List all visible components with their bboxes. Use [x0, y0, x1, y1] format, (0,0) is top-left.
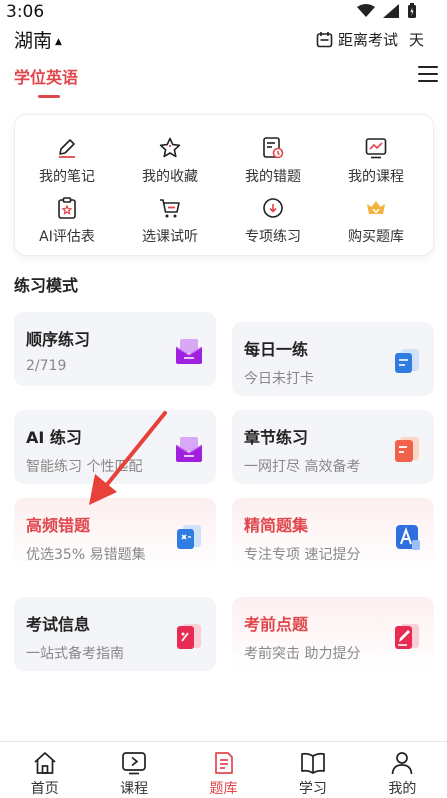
nav-label: 我的	[388, 781, 417, 797]
info-red-icon	[174, 621, 204, 651]
status-time: 3:06	[6, 2, 45, 22]
exam-countdown-label: 距离考试	[338, 31, 399, 49]
practice-card-subtitle: 智能练习 个性匹配	[26, 459, 143, 475]
region-selector[interactable]: 湖南 ▲	[14, 26, 62, 53]
envelope-purple-icon	[174, 434, 204, 464]
practice-card-8[interactable]: 考前点题考前突击 助力提分	[232, 597, 434, 671]
nav-item-4[interactable]: 学习	[268, 742, 357, 798]
play-icon	[121, 751, 147, 775]
practice-card-2[interactable]: 每日一练 今日未打卡	[232, 322, 434, 396]
quick-item-3[interactable]: 我的错题	[223, 135, 323, 186]
pen-red-icon	[392, 621, 422, 651]
home-icon	[32, 751, 58, 775]
quick-item-7[interactable]: 专项练习	[223, 195, 323, 246]
signal-icon	[383, 4, 399, 18]
quick-item-6[interactable]: 选课试听	[120, 195, 220, 246]
nav-label: 题库	[209, 781, 238, 797]
practice-card-title: 考试信息	[26, 615, 91, 634]
chapter-orange-icon	[392, 434, 422, 464]
course-chart-icon	[363, 135, 389, 161]
nav-label: 学习	[298, 781, 327, 797]
ai-assess-icon	[54, 195, 80, 221]
practice-card-subtitle: 优选35% 易错题集	[26, 547, 146, 563]
subject-tab[interactable]: 学位英语	[14, 64, 78, 88]
nav-item-2[interactable]: 课程	[89, 742, 178, 798]
practice-card-subtitle: 一站式备考指南	[26, 646, 124, 662]
region-label: 湖南	[14, 30, 53, 52]
error-blue-icon	[174, 522, 204, 552]
quick-item-label: 我的收藏	[142, 169, 198, 185]
note-edit-icon	[54, 135, 80, 161]
menu-icon[interactable]	[418, 66, 438, 82]
status-bar: 3:06	[0, 0, 447, 26]
quick-item-5[interactable]: AI评估表	[17, 195, 117, 246]
practice-card-title: AI 练习	[26, 428, 82, 447]
section-title-practice-mode: 练习模式	[14, 276, 79, 295]
quick-item-4[interactable]: 我的课程	[326, 135, 426, 186]
calendar-icon	[316, 32, 333, 48]
practice-card-title: 顺序练习	[26, 330, 91, 349]
exam-countdown[interactable]: 距离考试 天	[316, 29, 424, 50]
star-icon	[157, 135, 183, 161]
error-book-icon	[260, 135, 286, 161]
quick-item-label: AI评估表	[39, 229, 95, 245]
practice-card-title: 每日一练	[244, 340, 309, 359]
top-header: 湖南 ▲ 距离考试 天	[0, 26, 447, 54]
cart-icon	[157, 195, 183, 221]
cloud-download-icon	[260, 195, 286, 221]
battery-icon	[408, 3, 416, 18]
concise-blue-icon	[392, 522, 422, 552]
book-icon	[300, 751, 326, 775]
practice-card-5[interactable]: 高频错题优选35% 易错题集	[14, 498, 216, 572]
question-bank-icon	[211, 751, 237, 775]
bottom-navigation: 首页 课程 题库 学习 我的	[0, 741, 447, 798]
quick-item-2[interactable]: 我的收藏	[120, 135, 220, 186]
practice-card-subtitle: 一网打尽 高效备考	[244, 459, 361, 475]
profile-icon	[389, 751, 415, 775]
quick-item-label: 我的笔记	[39, 169, 95, 185]
practice-card-7[interactable]: 考试信息一站式备考指南	[14, 597, 216, 671]
quick-access-card: 我的笔记 我的收藏 我的错题 我的课程 AI评估表 选课试听 专项练习 购买题库	[14, 114, 434, 256]
nav-label: 课程	[120, 781, 149, 797]
envelope-purple-icon	[174, 336, 204, 366]
quick-item-label: 选课试听	[142, 229, 198, 245]
quick-item-label: 我的错题	[245, 169, 301, 185]
nav-item-1[interactable]: 首页	[0, 742, 89, 798]
practice-card-subtitle: 2/719	[26, 358, 67, 374]
nav-item-3[interactable]: 题库	[179, 742, 268, 798]
practice-card-subtitle: 专注专项 速记提分	[244, 547, 361, 563]
practice-card-4[interactable]: 章节练习一网打尽 高效备考	[232, 410, 434, 484]
practice-card-1[interactable]: 顺序练习 2/719	[14, 312, 216, 386]
practice-card-6[interactable]: 精简题集专注专项 速记提分	[232, 498, 434, 572]
quick-item-1[interactable]: 我的笔记	[17, 135, 117, 186]
practice-card-title: 考前点题	[244, 615, 309, 634]
quick-item-label: 我的课程	[348, 169, 404, 185]
crown-icon	[363, 195, 389, 221]
days-suffix: 天	[409, 31, 425, 49]
wifi-icon	[357, 4, 375, 17]
practice-card-title: 高频错题	[26, 516, 91, 535]
subject-tab-indicator	[38, 95, 60, 98]
quick-item-8[interactable]: 购买题库	[326, 195, 426, 246]
practice-card-title: 章节练习	[244, 428, 309, 447]
practice-card-title: 精简题集	[244, 516, 309, 535]
quick-item-label: 专项练习	[245, 229, 301, 245]
nav-item-5[interactable]: 我的	[358, 742, 447, 798]
nav-label: 首页	[30, 781, 59, 797]
practice-card-3[interactable]: AI 练习智能练习 个性匹配	[14, 410, 216, 484]
caret-down-icon: ▲	[55, 36, 62, 47]
status-icons	[357, 3, 417, 19]
practice-card-subtitle: 今日未打卡	[244, 371, 314, 387]
quick-item-label: 购买题库	[348, 229, 404, 245]
calendar-blue-icon	[392, 346, 422, 376]
practice-card-subtitle: 考前突击 助力提分	[244, 646, 361, 662]
